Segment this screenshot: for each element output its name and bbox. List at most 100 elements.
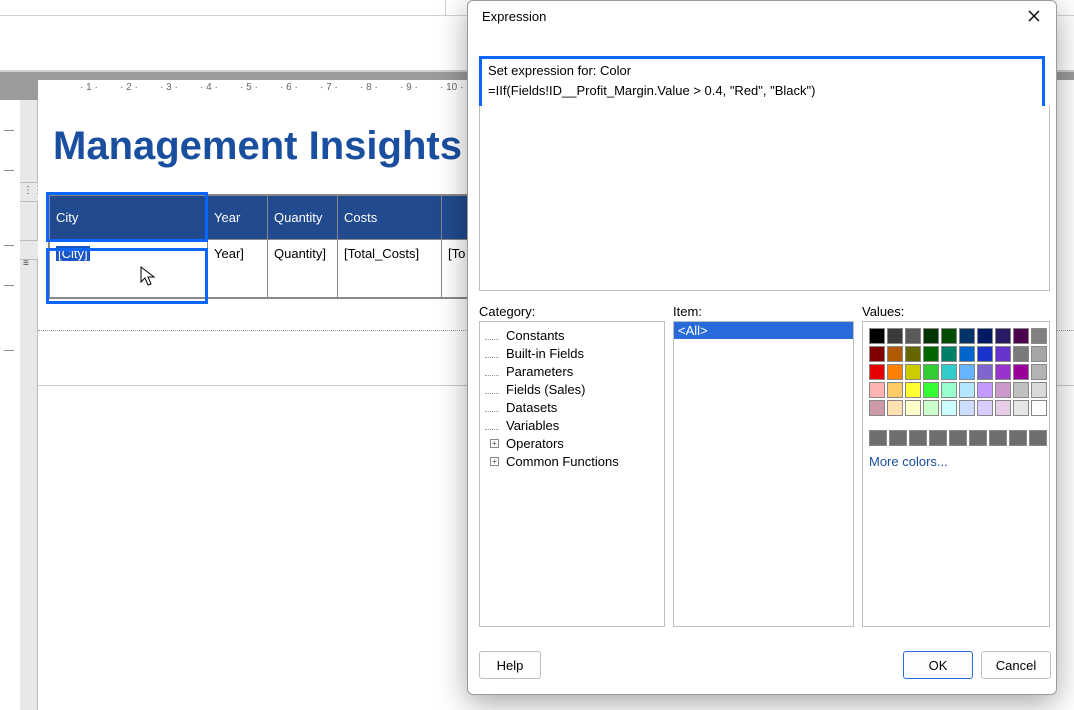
- color-swatch[interactable]: [977, 328, 993, 344]
- category-item[interactable]: Variables: [484, 416, 664, 434]
- color-swatch[interactable]: [977, 364, 993, 380]
- category-label-text: Parameters: [506, 364, 573, 379]
- color-swatch[interactable]: [959, 346, 975, 362]
- color-swatch[interactable]: [923, 364, 939, 380]
- color-swatch[interactable]: [1031, 382, 1047, 398]
- color-swatch[interactable]: [1013, 400, 1029, 416]
- color-swatch[interactable]: [869, 364, 885, 380]
- item-label: Item:: [673, 304, 702, 319]
- color-swatch[interactable]: [923, 346, 939, 362]
- category-listbox[interactable]: Constants Built-in Fields ParametersFields…: [479, 321, 665, 627]
- color-swatch[interactable]: [889, 430, 907, 446]
- help-button[interactable]: Help: [479, 651, 541, 679]
- color-swatch[interactable]: [923, 328, 939, 344]
- color-swatch[interactable]: [905, 382, 921, 398]
- color-swatch[interactable]: [1013, 346, 1029, 362]
- color-swatch[interactable]: [1031, 400, 1047, 416]
- color-swatch[interactable]: [995, 400, 1011, 416]
- item-selected[interactable]: <All>: [674, 322, 853, 339]
- expression-input[interactable]: [488, 80, 1036, 100]
- color-swatch[interactable]: [989, 430, 1007, 446]
- color-swatch[interactable]: [959, 400, 975, 416]
- selected-field-token[interactable]: [City]: [56, 246, 90, 261]
- category-item[interactable]: Parameters: [484, 362, 664, 380]
- category-item[interactable]: +Common Functions: [484, 452, 664, 470]
- color-swatch[interactable]: [941, 364, 957, 380]
- table-data-cell[interactable]: Quantity]: [268, 240, 338, 298]
- row-selector-bar: ⋮⋮ ≡: [20, 100, 38, 710]
- table-header-cell[interactable]: Costs: [338, 196, 442, 240]
- table-header-cell[interactable]: City: [50, 196, 208, 240]
- item-listbox[interactable]: <All>: [673, 321, 854, 627]
- values-panel: More colors...: [862, 321, 1050, 627]
- color-swatch[interactable]: [887, 346, 903, 362]
- color-swatch[interactable]: [929, 430, 947, 446]
- color-swatch[interactable]: [869, 382, 885, 398]
- color-swatch[interactable]: [923, 400, 939, 416]
- more-colors-link[interactable]: More colors...: [863, 448, 1049, 469]
- table-data-cell[interactable]: Year]: [208, 240, 268, 298]
- color-swatch[interactable]: [923, 382, 939, 398]
- color-swatch[interactable]: [905, 400, 921, 416]
- color-swatch[interactable]: [887, 400, 903, 416]
- color-swatch[interactable]: [869, 400, 885, 416]
- top-divider-v: [445, 0, 446, 15]
- expand-icon[interactable]: +: [490, 439, 499, 448]
- category-item[interactable]: Constants: [484, 326, 664, 344]
- color-swatch[interactable]: [1031, 346, 1047, 362]
- color-swatch[interactable]: [969, 430, 987, 446]
- table-data-cell[interactable]: [Total_Costs]: [338, 240, 442, 298]
- category-item[interactable]: Built-in Fields: [484, 344, 664, 362]
- color-swatch[interactable]: [1031, 364, 1047, 380]
- color-swatch[interactable]: [869, 430, 887, 446]
- dialog-title: Expression: [482, 9, 546, 24]
- expand-icon[interactable]: +: [490, 457, 499, 466]
- color-swatch[interactable]: [949, 430, 967, 446]
- color-swatch[interactable]: [905, 346, 921, 362]
- color-swatch[interactable]: [1009, 430, 1027, 446]
- color-swatch[interactable]: [959, 328, 975, 344]
- category-label: Category:: [479, 304, 535, 319]
- color-swatch[interactable]: [905, 328, 921, 344]
- table-data-cell[interactable]: [City]: [50, 240, 208, 298]
- ruler-tick: · 3 ·: [160, 82, 178, 93]
- color-swatch[interactable]: [941, 400, 957, 416]
- table-header-cell[interactable]: Quantity: [268, 196, 338, 240]
- report-table[interactable]: CityYearQuantityCosts [City] Year]Quantity…: [48, 194, 479, 299]
- color-swatch[interactable]: [941, 382, 957, 398]
- color-swatch[interactable]: [995, 382, 1011, 398]
- cancel-button[interactable]: Cancel: [981, 651, 1051, 679]
- report-title[interactable]: Management Insights: [53, 124, 462, 169]
- color-swatch[interactable]: [959, 364, 975, 380]
- category-label-text: Built-in Fields: [506, 346, 584, 361]
- color-swatch[interactable]: [887, 328, 903, 344]
- color-swatch[interactable]: [995, 328, 1011, 344]
- color-swatch[interactable]: [909, 430, 927, 446]
- color-swatch[interactable]: [977, 400, 993, 416]
- color-swatch[interactable]: [977, 382, 993, 398]
- color-swatch[interactable]: [941, 328, 957, 344]
- color-swatch[interactable]: [905, 364, 921, 380]
- color-swatch[interactable]: [959, 382, 975, 398]
- ok-button[interactable]: OK: [903, 651, 973, 679]
- vertical-ruler: [0, 100, 20, 710]
- color-swatch[interactable]: [869, 328, 885, 344]
- color-swatch[interactable]: [1029, 430, 1047, 446]
- color-swatch[interactable]: [977, 346, 993, 362]
- color-swatch[interactable]: [887, 382, 903, 398]
- color-swatch[interactable]: [1031, 328, 1047, 344]
- category-item[interactable]: Datasets: [484, 398, 664, 416]
- color-swatch[interactable]: [941, 346, 957, 362]
- category-item[interactable]: Fields (Sales): [484, 380, 664, 398]
- table-header-cell[interactable]: Year: [208, 196, 268, 240]
- color-swatch[interactable]: [1013, 328, 1029, 344]
- category-item[interactable]: +Operators: [484, 434, 664, 452]
- color-swatch[interactable]: [869, 346, 885, 362]
- color-swatch[interactable]: [1013, 364, 1029, 380]
- color-swatch[interactable]: [995, 364, 1011, 380]
- color-swatch[interactable]: [1013, 382, 1029, 398]
- color-swatch[interactable]: [995, 346, 1011, 362]
- expression-editor-body[interactable]: [479, 106, 1050, 291]
- close-button[interactable]: [1018, 3, 1050, 29]
- color-swatch[interactable]: [887, 364, 903, 380]
